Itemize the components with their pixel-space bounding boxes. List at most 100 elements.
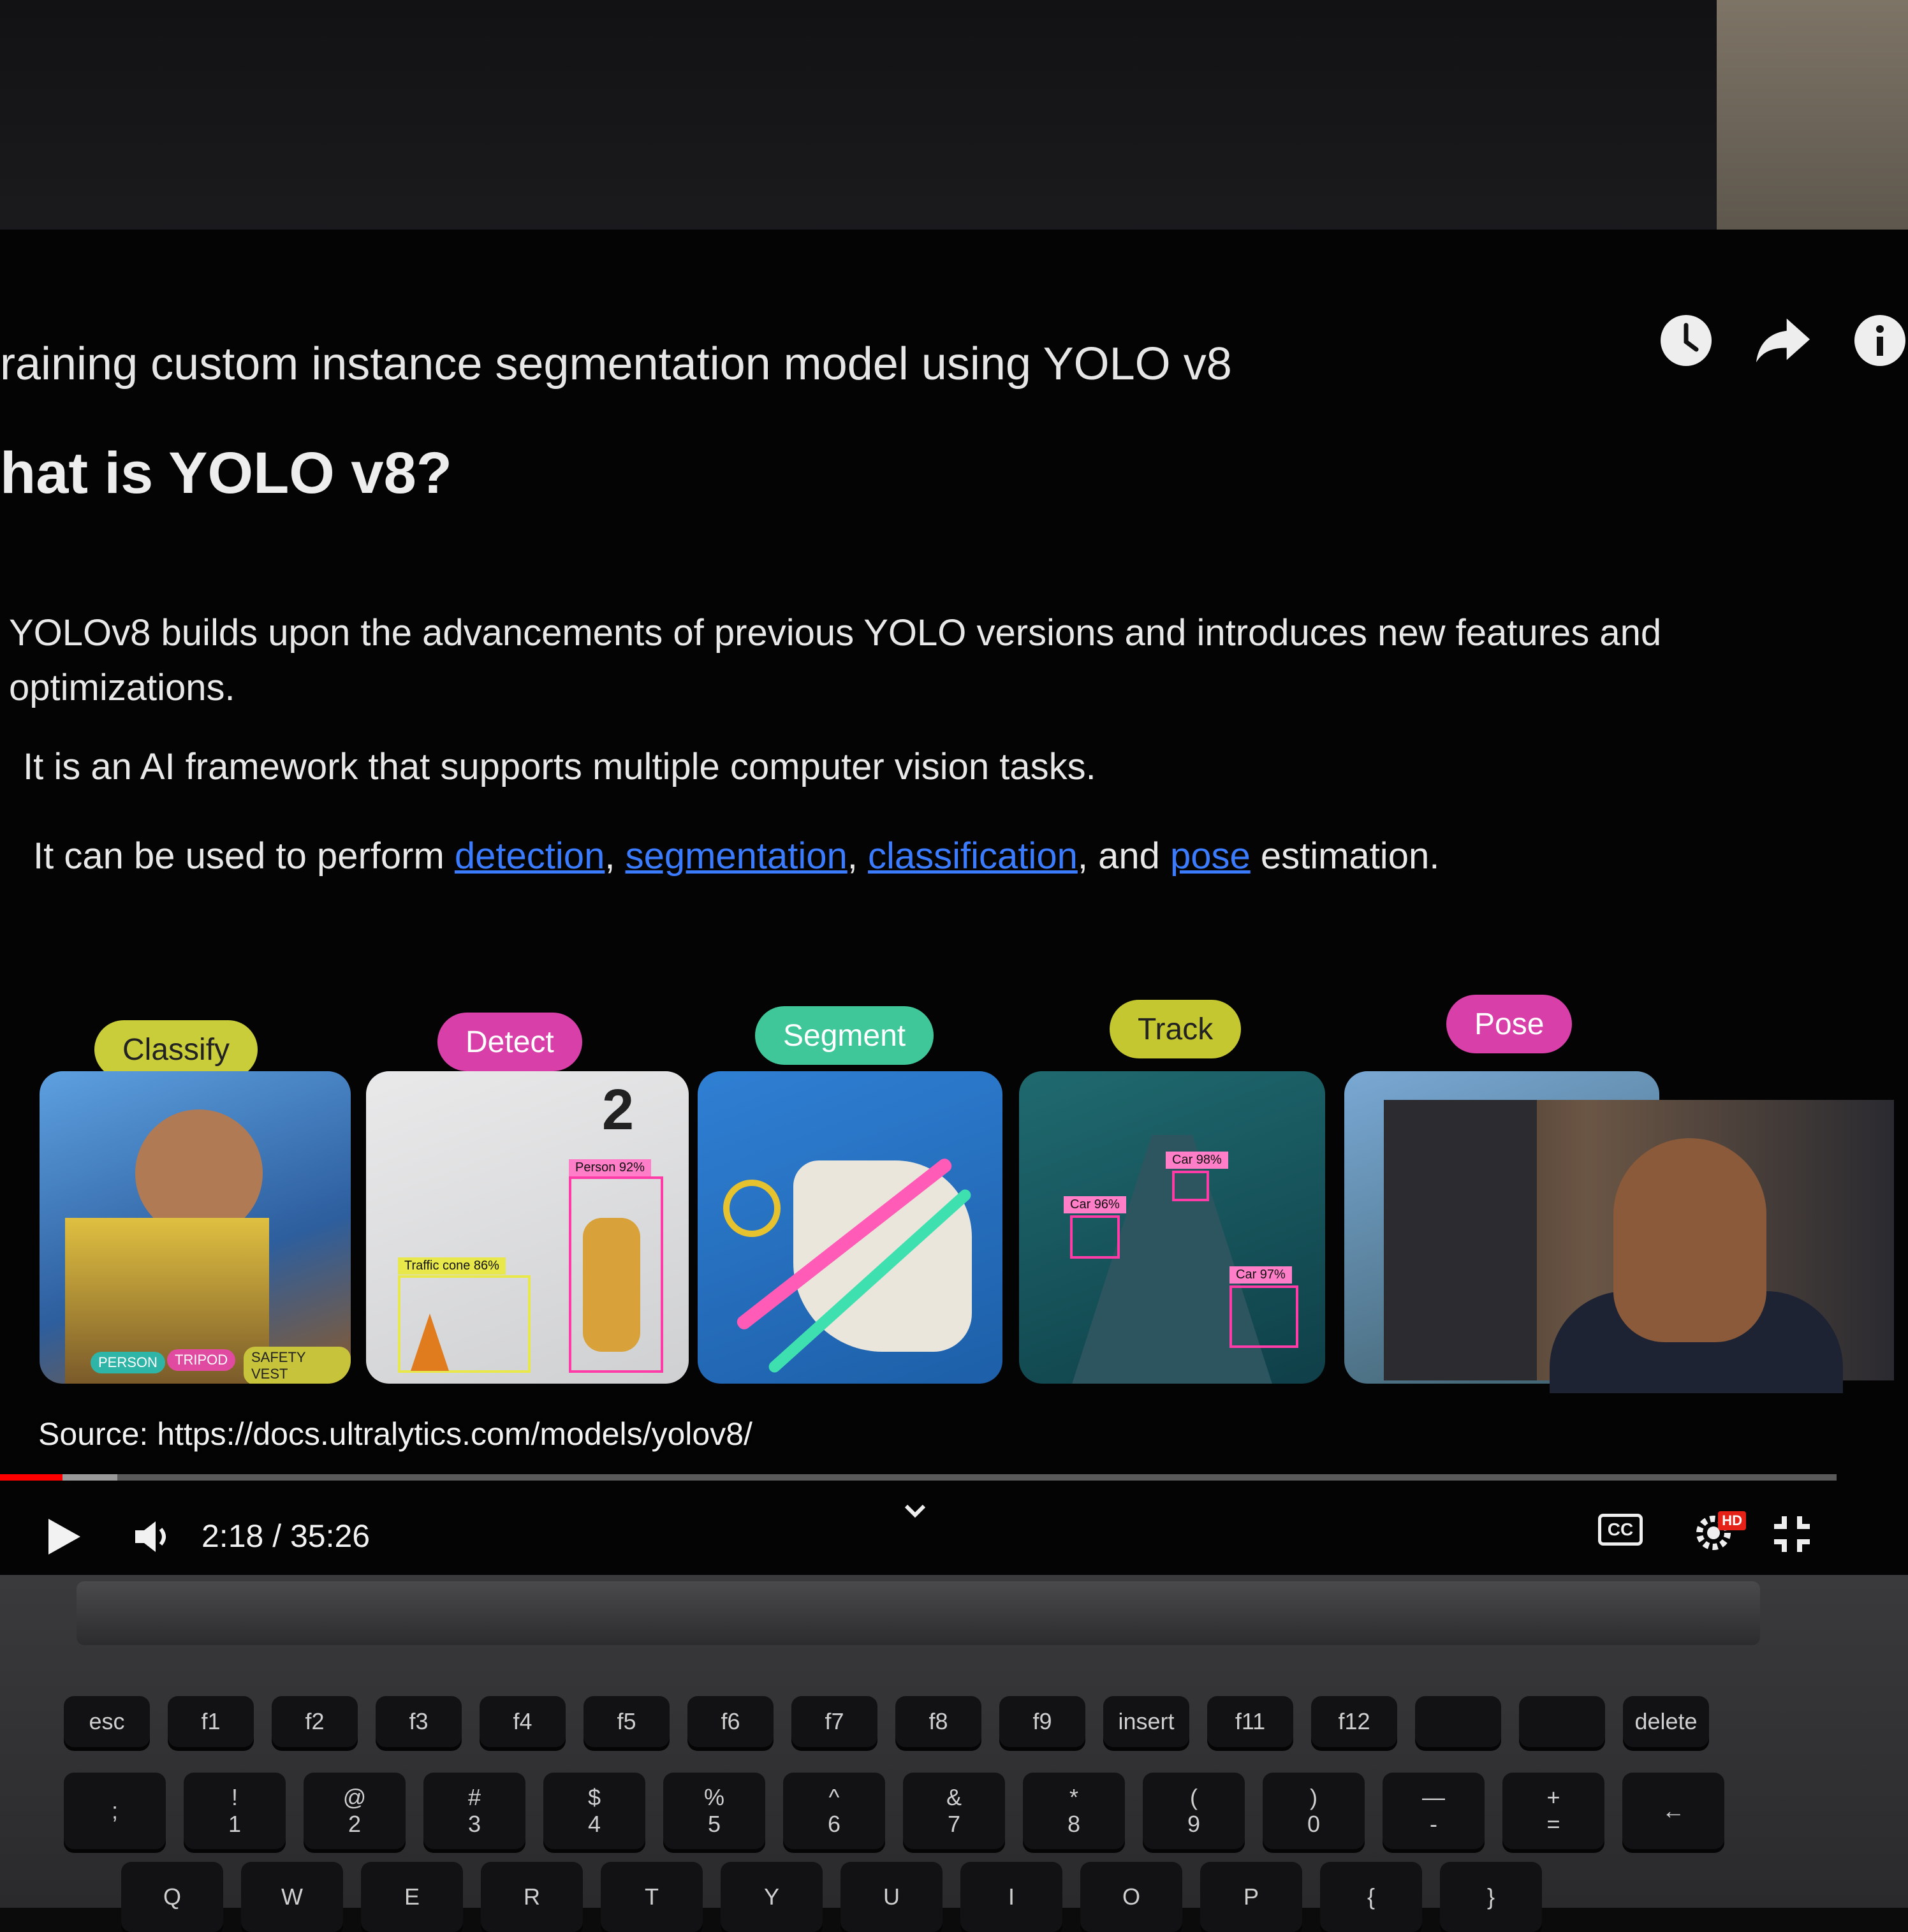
- key-label: &: [946, 1784, 962, 1810]
- key-label: f1: [201, 1708, 221, 1734]
- fn-key-2[interactable]: f2: [272, 1696, 358, 1747]
- track-image: Car 98% Car 96% Car 97%: [1019, 1071, 1325, 1384]
- info-icon[interactable]: [1852, 312, 1908, 369]
- fn-key-7[interactable]: f7: [791, 1696, 877, 1747]
- car-98-label: Car 98%: [1166, 1152, 1228, 1169]
- key-label: *: [1069, 1784, 1078, 1810]
- segmentation-link[interactable]: segmentation: [626, 835, 848, 877]
- num-key-4[interactable]: $4: [543, 1773, 645, 1849]
- number-key-row: ;! 1 @2 #3 $4% 5 ^ 6 & 7 * 8(9) 0— - + = ←: [64, 1773, 1724, 1849]
- key-label: ←: [1662, 1797, 1685, 1824]
- key-label: esc: [89, 1708, 125, 1734]
- car-96-label: Car 96%: [1064, 1196, 1126, 1213]
- key-label: f12: [1338, 1708, 1370, 1734]
- fn-key-10[interactable]: insert: [1103, 1696, 1189, 1747]
- letter-key-4[interactable]: T: [601, 1862, 703, 1932]
- letter-key-7[interactable]: I: [960, 1862, 1062, 1932]
- num-key-8[interactable]: * 8: [1023, 1773, 1125, 1849]
- detect-pill: Detect: [437, 1013, 582, 1071]
- letter-key-0[interactable]: Q: [121, 1862, 223, 1932]
- num-key-11[interactable]: — -: [1383, 1773, 1485, 1849]
- video-player[interactable]: raining custom instance segmentation mod…: [0, 230, 1908, 1575]
- key-label: 8: [1067, 1811, 1081, 1837]
- letter-key-1[interactable]: W: [241, 1862, 343, 1932]
- key-label: O: [1122, 1884, 1140, 1910]
- letter-key-10[interactable]: {: [1320, 1862, 1422, 1932]
- letter-key-11[interactable]: }: [1440, 1862, 1542, 1932]
- num-key-10[interactable]: ) 0: [1263, 1773, 1365, 1849]
- key-label: insert: [1118, 1708, 1175, 1734]
- fn-key-6[interactable]: f6: [687, 1696, 774, 1747]
- letter-key-8[interactable]: O: [1080, 1862, 1182, 1932]
- person-tag: PERSON: [91, 1352, 165, 1373]
- captions-button[interactable]: CC: [1598, 1514, 1643, 1546]
- letter-key-5[interactable]: Y: [721, 1862, 823, 1932]
- fn-key-9[interactable]: f9: [999, 1696, 1085, 1747]
- fn-key-3[interactable]: f3: [376, 1696, 462, 1747]
- key-label: 7: [947, 1811, 961, 1837]
- key-label: 0: [1307, 1811, 1321, 1837]
- sign-number: 2: [602, 1078, 635, 1142]
- car-97-label: Car 97%: [1229, 1266, 1292, 1284]
- key-label: {: [1367, 1884, 1376, 1910]
- background-wall: [1717, 0, 1908, 230]
- key-label: Y: [763, 1884, 779, 1910]
- num-key-7[interactable]: & 7: [903, 1773, 1005, 1849]
- exit-fullscreen-icon[interactable]: [1766, 1509, 1817, 1560]
- num-key-3[interactable]: #3: [423, 1773, 525, 1849]
- num-key-2[interactable]: @2: [304, 1773, 406, 1849]
- play-button[interactable]: [38, 1511, 89, 1562]
- num-key-0[interactable]: ;: [64, 1773, 166, 1849]
- classification-link[interactable]: classification: [868, 835, 1078, 877]
- share-icon[interactable]: [1755, 312, 1811, 369]
- letter-key-2[interactable]: E: [361, 1862, 463, 1932]
- fn-key-11[interactable]: f11: [1207, 1696, 1293, 1747]
- key-label: I: [1008, 1884, 1015, 1910]
- fn-key-8[interactable]: f8: [895, 1696, 981, 1747]
- settings-button[interactable]: HD: [1685, 1507, 1746, 1558]
- time-display: 2:18 / 35:26: [202, 1518, 371, 1554]
- num-key-6[interactable]: ^ 6: [783, 1773, 885, 1849]
- num-key-1[interactable]: ! 1: [184, 1773, 286, 1849]
- segment-pill: Segment: [755, 1006, 934, 1065]
- chevron-down-icon[interactable]: [899, 1498, 931, 1524]
- fn-key-15[interactable]: delete: [1623, 1696, 1709, 1747]
- and-text: , and: [1077, 835, 1170, 877]
- fn-key-14[interactable]: [1519, 1696, 1605, 1747]
- source-caption: Source: https://docs.ultralytics.com/mod…: [38, 1416, 752, 1452]
- fn-key-12[interactable]: f12: [1311, 1696, 1397, 1747]
- volume-button[interactable]: [128, 1511, 179, 1562]
- hd-badge: HD: [1718, 1511, 1746, 1530]
- key-label: ^: [828, 1784, 840, 1810]
- detection-link[interactable]: detection: [455, 835, 605, 877]
- cc-label: CC: [1607, 1519, 1634, 1539]
- video-title[interactable]: raining custom instance segmentation mod…: [0, 338, 1232, 390]
- fn-key-0[interactable]: esc: [64, 1696, 150, 1747]
- letter-key-3[interactable]: R: [481, 1862, 583, 1932]
- fn-key-4[interactable]: f4: [480, 1696, 566, 1747]
- cone-detection-label: Traffic cone 86%: [398, 1257, 506, 1275]
- num-key-13[interactable]: ←: [1622, 1773, 1724, 1849]
- key-label: delete: [1634, 1708, 1698, 1734]
- key-label: f4: [513, 1708, 532, 1734]
- fn-key-5[interactable]: f5: [583, 1696, 670, 1747]
- num-key-5[interactable]: % 5: [663, 1773, 765, 1849]
- letter-key-6[interactable]: U: [840, 1862, 943, 1932]
- key-label: T: [645, 1884, 659, 1910]
- pose-link[interactable]: pose: [1170, 835, 1251, 877]
- fn-key-13[interactable]: [1415, 1696, 1501, 1747]
- paragraph-3-prefix: It can be used to perform: [33, 835, 455, 877]
- slide-paragraph-3: It can be used to perform detection, seg…: [33, 829, 1439, 884]
- key-label: 4: [587, 1811, 601, 1837]
- paragraph-3-suffix: estimation.: [1250, 835, 1440, 877]
- watch-later-icon[interactable]: [1658, 312, 1714, 369]
- progress-bar[interactable]: [0, 1474, 1837, 1481]
- num-key-12[interactable]: + =: [1502, 1773, 1604, 1849]
- key-label: f8: [928, 1708, 948, 1734]
- fn-key-1[interactable]: f1: [168, 1696, 254, 1747]
- key-label: f11: [1235, 1708, 1266, 1734]
- key-label: 9: [1187, 1811, 1201, 1837]
- num-key-9[interactable]: (9: [1143, 1773, 1245, 1849]
- monitor-bezel: [0, 0, 1908, 242]
- letter-key-9[interactable]: P: [1200, 1862, 1302, 1932]
